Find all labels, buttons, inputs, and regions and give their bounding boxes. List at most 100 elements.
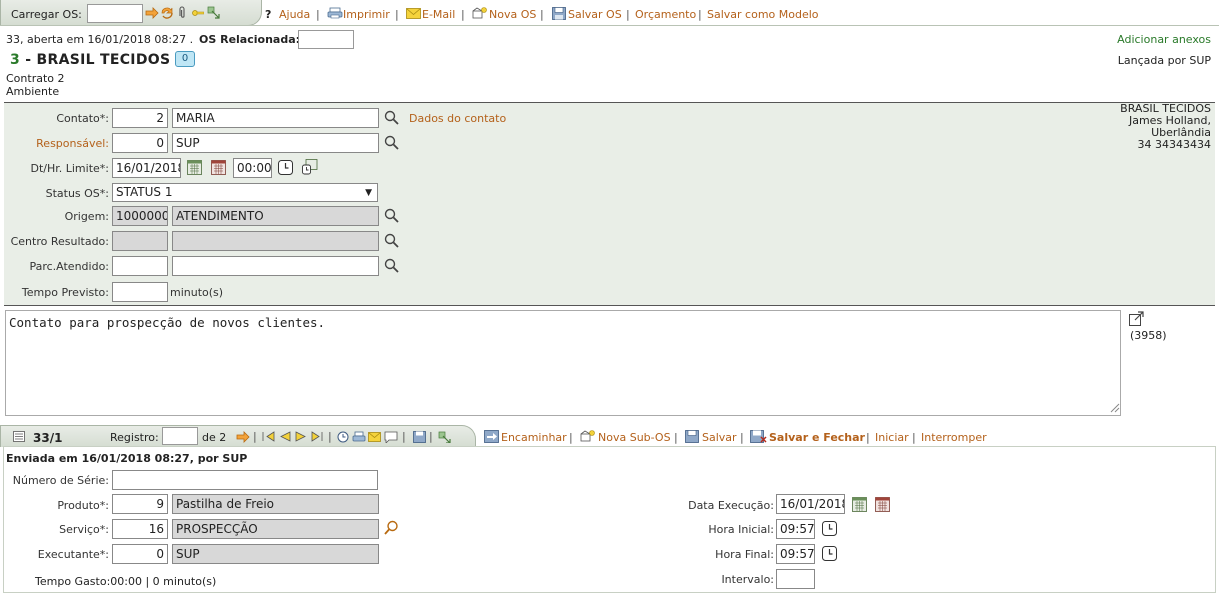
clock-icon[interactable] — [822, 521, 837, 536]
refresh-icon[interactable] — [160, 6, 174, 19]
save-template-link[interactable]: Salvar como Modelo — [707, 8, 819, 21]
prev-record-icon[interactable] — [278, 431, 292, 442]
client-info: BRASIL TECIDOS James Holland, Uberlândia… — [1120, 103, 1211, 151]
forward-link[interactable]: Encaminhar — [501, 431, 567, 444]
print-link[interactable]: Imprimir — [343, 8, 390, 21]
print-sub-icon[interactable] — [352, 431, 366, 443]
responsible-search-icon[interactable] — [384, 135, 399, 150]
contact-name-input[interactable]: MARIA — [172, 108, 379, 128]
environment: Ambiente — [6, 85, 60, 98]
new-os-link[interactable]: Nova OS — [489, 8, 536, 21]
save-link[interactable]: Salvar — [702, 431, 737, 444]
client-phone: 34 34343434 — [1137, 138, 1211, 151]
help-link[interactable]: Ajuda — [279, 8, 310, 21]
record-input[interactable] — [162, 427, 198, 445]
separator: | — [540, 8, 544, 21]
status-label: Status OS*: — [45, 187, 109, 200]
expected-time-input[interactable] — [112, 282, 168, 302]
attach-clip-icon[interactable] — [178, 6, 186, 19]
time-spent: Tempo Gasto:00:00 | 0 minuto(s) — [35, 575, 217, 588]
expand-icon[interactable] — [1129, 311, 1145, 326]
company-number: 3 — [10, 52, 21, 68]
deadline-time-input[interactable]: 00:00 — [233, 158, 272, 178]
email-link[interactable]: E-Mail — [422, 8, 455, 21]
related-os-input[interactable] — [298, 30, 354, 49]
new-os-icon[interactable] — [472, 7, 488, 19]
serial-input[interactable] — [112, 470, 378, 490]
budget-link[interactable]: Orçamento — [635, 8, 696, 21]
save-close-icon[interactable] — [750, 430, 767, 443]
description-textarea[interactable]: Contato para prospecção de novos cliente… — [5, 310, 1121, 416]
load-os-input[interactable] — [87, 4, 143, 23]
calendar-icon[interactable] — [187, 160, 202, 175]
start-link[interactable]: Iniciar — [875, 431, 909, 444]
save-os-link[interactable]: Salvar OS — [568, 8, 622, 21]
clock-icon[interactable] — [278, 160, 293, 175]
link-sub-icon[interactable] — [438, 431, 452, 443]
calendar-range-icon[interactable] — [211, 160, 226, 175]
sent-info: Enviada em 16/01/2018 08:27, por SUP — [6, 452, 248, 465]
partner-name-input[interactable] — [172, 256, 379, 276]
separator: | — [429, 430, 433, 443]
add-attachments-link[interactable]: Adicionar anexos — [1117, 33, 1211, 46]
interrupt-link[interactable]: Interromper — [921, 431, 987, 444]
contact-details-link[interactable]: Dados do contato — [409, 112, 506, 125]
contact-search-icon[interactable] — [384, 110, 399, 125]
related-os-label: OS Relacionada: — [199, 33, 301, 46]
calendar-range-icon[interactable] — [875, 497, 890, 512]
separator: | — [395, 8, 399, 21]
schedule-icon[interactable] — [302, 159, 318, 175]
record-of-label: de 2 — [202, 431, 227, 444]
clock-icon[interactable] — [822, 546, 837, 561]
last-record-icon[interactable] — [310, 431, 324, 442]
resize-handle-icon[interactable] — [1110, 403, 1120, 413]
separator: | — [698, 8, 702, 21]
exec-date-input[interactable]: 16/01/2018 — [776, 494, 845, 514]
new-sub-os-link[interactable]: Nova Sub-OS — [598, 431, 671, 444]
next-record-icon[interactable] — [294, 431, 308, 442]
partner-search-icon[interactable] — [384, 258, 399, 273]
save-sub-icon[interactable] — [413, 431, 426, 443]
link-arrow-icon[interactable] — [207, 6, 221, 19]
load-arrow-icon[interactable] — [145, 7, 159, 19]
partner-code-input[interactable] — [112, 256, 168, 276]
time-icon[interactable] — [337, 431, 349, 443]
save-disk-icon[interactable] — [552, 7, 566, 20]
status-select[interactable]: STATUS 1 ▼ — [112, 183, 378, 202]
end-time-input[interactable]: 09:57 — [776, 544, 815, 564]
company-badge[interactable]: 0 — [175, 51, 195, 67]
start-time-input[interactable]: 09:57 — [776, 519, 815, 539]
forward-icon[interactable] — [484, 430, 499, 443]
email-sub-icon[interactable] — [368, 432, 381, 442]
partner-label: Parc.Atendido: — [29, 260, 109, 273]
responsible-code-input[interactable]: 0 — [112, 133, 168, 153]
contact-code-input[interactable]: 2 — [112, 108, 168, 128]
responsible-label[interactable]: Responsável: — [36, 137, 109, 150]
origin-search-icon[interactable] — [384, 208, 399, 223]
calendar-icon[interactable] — [852, 497, 867, 512]
separator: | — [626, 8, 630, 21]
first-record-icon[interactable] — [262, 431, 276, 442]
key-icon[interactable] — [192, 9, 204, 17]
service-code-input[interactable]: 16 — [112, 519, 168, 539]
help-icon[interactable]: ? — [265, 8, 271, 21]
separator: | — [402, 430, 406, 443]
print-icon[interactable] — [327, 7, 343, 19]
email-icon[interactable] — [406, 8, 421, 19]
save-close-link[interactable]: Salvar e Fechar — [769, 431, 865, 444]
deadline-date-input[interactable]: 16/01/2018 — [112, 158, 181, 178]
company-name[interactable]: BRASIL TECIDOS — [37, 52, 171, 68]
interval-input[interactable] — [776, 569, 815, 589]
new-sub-os-icon[interactable] — [580, 430, 596, 442]
separator: | — [912, 431, 916, 444]
chevron-down-icon: ▼ — [365, 188, 372, 198]
note-icon[interactable] — [384, 431, 398, 443]
service-search-icon[interactable] — [384, 520, 399, 535]
executor-code-input[interactable]: 0 — [112, 544, 168, 564]
product-code-input[interactable]: 9 — [112, 494, 168, 514]
result-center-code-input — [112, 231, 168, 251]
result-center-search-icon[interactable] — [384, 233, 399, 248]
save-icon[interactable] — [685, 430, 699, 443]
responsible-name-input[interactable]: SUP — [172, 133, 379, 153]
go-arrow-icon[interactable] — [236, 431, 250, 443]
